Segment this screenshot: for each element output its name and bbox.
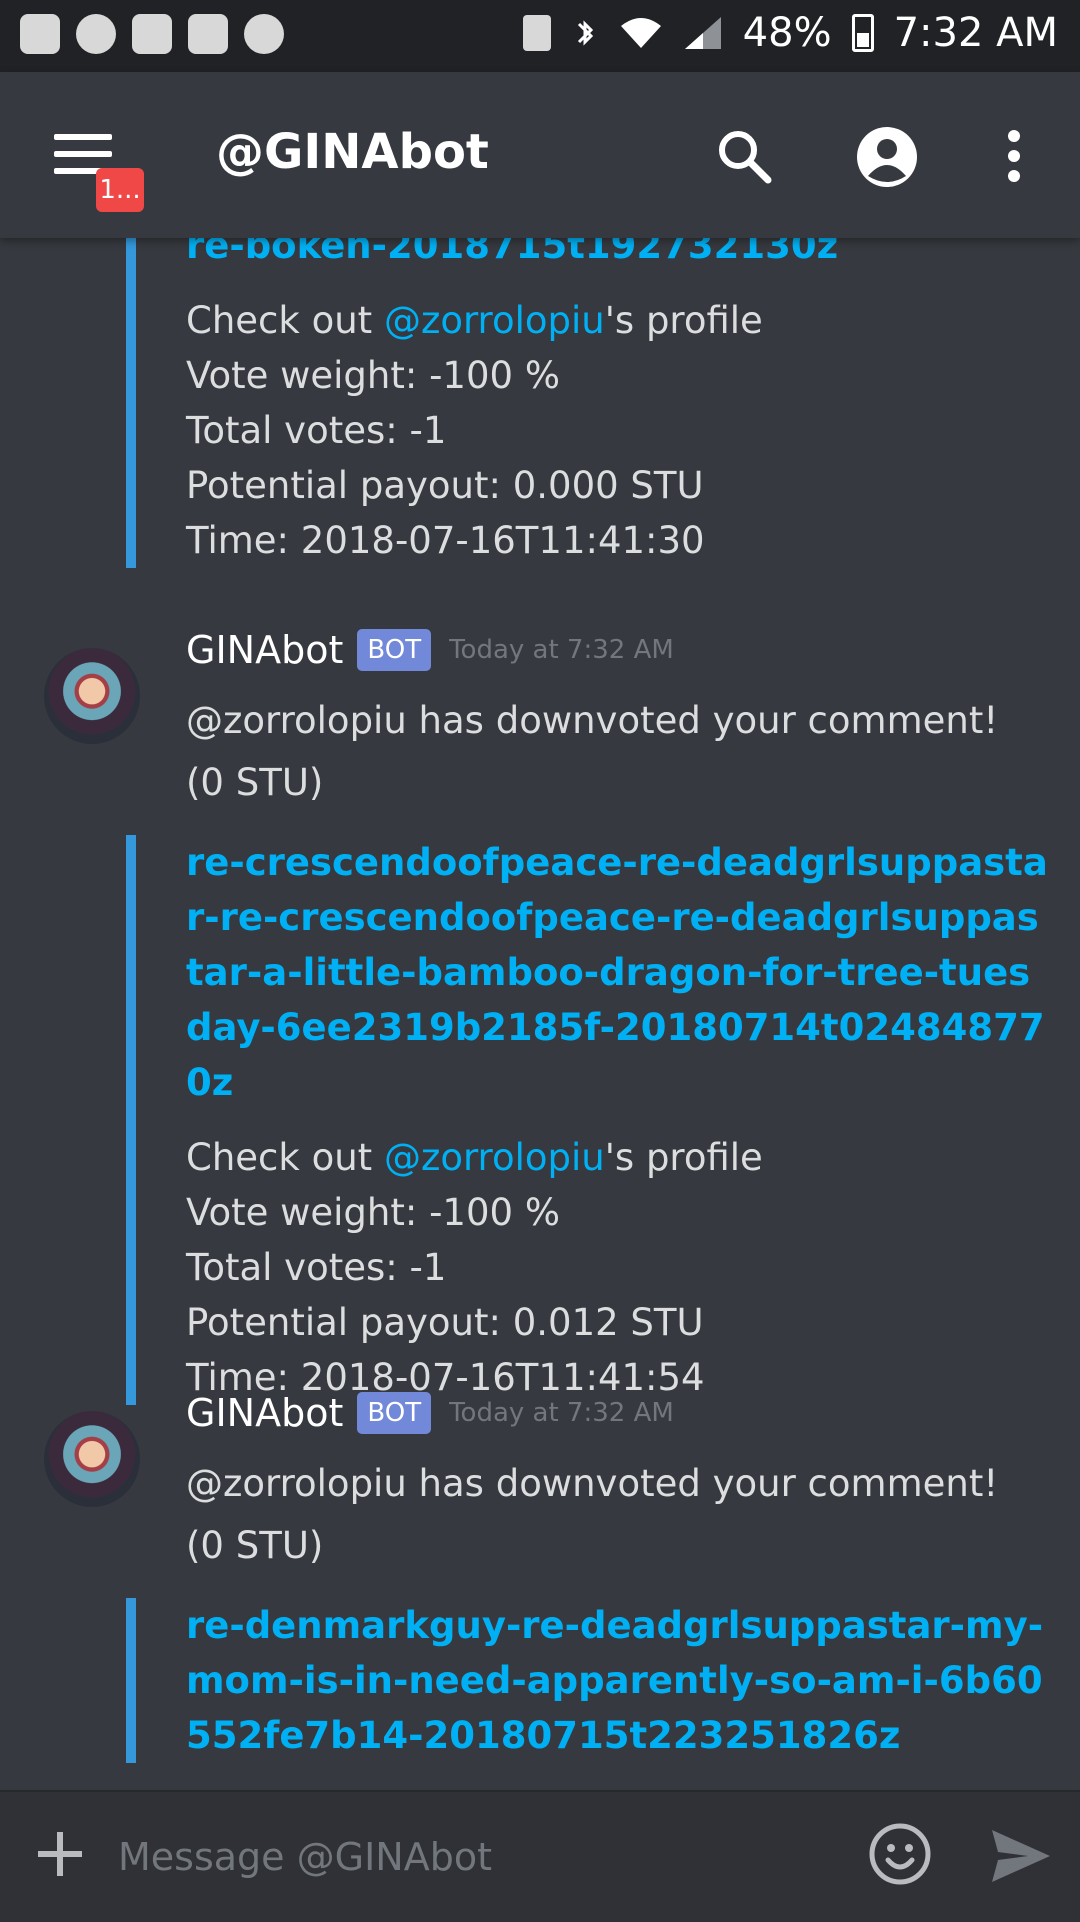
channel-title: @GINAbot [216,124,489,180]
user-mention[interactable]: @zorrolopiu [384,299,605,342]
add-attachment-icon[interactable] [38,1832,82,1876]
bot-tag: BOT [357,1392,432,1434]
embed-fields: Check out @zorrolopiu's profile Vote wei… [186,293,1056,568]
message-text: @zorrolopiu has downvoted your comment! … [186,1462,999,1567]
camera-off-icon [132,14,172,54]
battery-icon [851,14,874,52]
signal-icon [684,17,721,49]
vote-time: Time: 2018-07-16T11:41:30 [186,519,705,562]
message-text: @zorrolopiu has downvoted your comment! … [186,699,999,804]
profile-icon[interactable] [856,126,918,188]
timestamp: Today at 7:32 AM [449,635,674,665]
embed-card: re-crescendoofpeace-re-deadgrlsuppastar-… [126,835,1056,1405]
embed-card: re-denmarkguy-re-deadgrlsuppastar-my-mom… [126,1598,1056,1763]
message-input[interactable] [116,1818,820,1896]
profile-suffix: 's profile [604,1136,763,1179]
bluetooth-icon [577,20,593,46]
telegram-icon [76,14,116,54]
profile-line: Check out @zorrolopiu's profile [186,1130,1056,1185]
user-mention[interactable]: @zorrolopiu [384,1136,605,1179]
voicemail-icon [188,14,228,54]
wifi-icon [620,18,661,48]
sync-icon [244,14,284,54]
app-header: 1... @GINAbot [0,72,1080,238]
message-list[interactable]: re-bokeh-2018715t192732130z Check out @z… [0,238,1080,1790]
notification-icons [20,14,284,54]
discord-icon [20,14,60,54]
message-composer [0,1790,1080,1922]
vote-weight: Vote weight: -100 % [186,354,560,397]
battery-saver-icon [522,15,551,51]
total-votes: Total votes: -1 [186,1246,447,1289]
bot-tag: BOT [357,629,432,671]
status-bar: 48% 7:32 AM [0,0,1080,72]
vote-weight: Vote weight: -100 % [186,1191,560,1234]
timestamp: Today at 7:32 AM [449,1398,674,1428]
battery-percent: 48% [742,10,832,56]
clock: 7:32 AM [893,10,1058,56]
potential-payout: Potential payout: 0.000 STU [186,464,704,507]
emoji-icon[interactable] [868,1822,932,1886]
avatar[interactable] [44,648,140,744]
embed-link[interactable]: re-crescendoofpeace-re-deadgrlsuppastar-… [186,835,1056,1110]
unread-badge: 1... [96,168,144,212]
search-icon[interactable] [714,126,774,186]
potential-payout: Potential payout: 0.012 STU [186,1301,704,1344]
author-name[interactable]: GINAbot [186,1391,343,1435]
profile-prefix: Check out [186,299,384,342]
total-votes: Total votes: -1 [186,409,447,452]
embed-card: re-bokeh-2018715t192732130z Check out @z… [126,238,1056,568]
message-header: GINAbot BOT Today at 7:32 AM [186,1391,674,1435]
author-name[interactable]: GINAbot [186,628,343,672]
message-header: GINAbot BOT Today at 7:32 AM [186,628,674,672]
embed-link[interactable]: re-bokeh-2018715t192732130z [186,238,1056,273]
avatar[interactable] [44,1411,140,1507]
profile-line: Check out @zorrolopiu's profile [186,293,1056,348]
profile-prefix: Check out [186,1136,384,1179]
embed-link[interactable]: re-denmarkguy-re-deadgrlsuppastar-my-mom… [186,1598,1056,1763]
embed-fields: Check out @zorrolopiu's profile Vote wei… [186,1130,1056,1405]
send-icon[interactable] [988,1826,1054,1886]
overflow-menu-icon[interactable] [1000,128,1028,184]
profile-suffix: 's profile [604,299,763,342]
system-tray: 48% 7:32 AM [522,10,1058,56]
